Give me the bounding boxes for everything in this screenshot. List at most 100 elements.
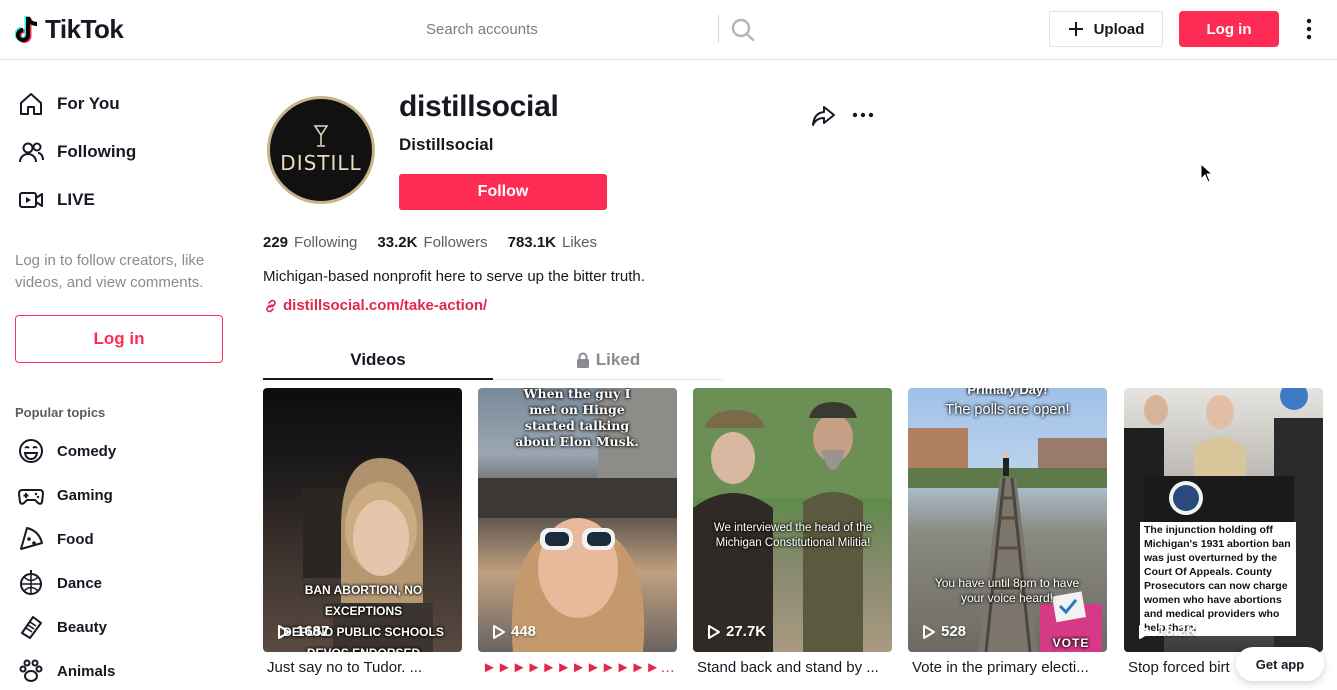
video-overlay-text: The injunction holding off Michigan's 19…	[1140, 522, 1296, 636]
video-caption[interactable]: Vote in the primary electi...	[912, 659, 1110, 676]
topic-label: Beauty	[57, 618, 108, 636]
share-icon[interactable]	[810, 103, 836, 129]
view-count: 18.2K	[1157, 623, 1198, 640]
topic-dance[interactable]: Dance	[17, 569, 102, 597]
sidebar: For You Following LIVE Log in to follow …	[0, 60, 240, 690]
search-bar	[408, 10, 768, 48]
profile-username: distillsocial	[399, 90, 559, 123]
profile-bio: Michigan-based nonprofit here to serve u…	[263, 268, 645, 285]
avatar[interactable]: DISTILL	[267, 96, 375, 204]
video-card[interactable]: BAN ABORTION, NO EXCEPTIONS DEFUND PUBLI…	[263, 388, 462, 652]
search-icon[interactable]	[730, 17, 756, 43]
video-caption[interactable]: ►►►►►►►►►►►►►►...	[482, 659, 680, 676]
stat-following: 229 Following	[263, 234, 357, 251]
profile-nickname: Distillsocial	[399, 135, 494, 154]
login-button-sidebar[interactable]: Log in	[15, 315, 223, 363]
topic-gaming[interactable]: Gaming	[17, 481, 113, 509]
food-icon	[20, 527, 43, 550]
tab-label: Liked	[595, 350, 641, 369]
topic-animals[interactable]: Animals	[17, 657, 115, 685]
upload-button[interactable]: Upload	[1049, 11, 1163, 47]
video-overlay-text: BAN ABORTION, NO EXCEPTIONS DEFUND PUBLI…	[283, 583, 444, 652]
view-count: 27.7K	[726, 623, 767, 640]
nav-following[interactable]: Following	[17, 138, 136, 166]
video-caption[interactable]: Just say no to Tudor. ...	[267, 659, 465, 676]
topic-label: Gaming	[57, 486, 113, 504]
upload-label: Upload	[1093, 20, 1145, 38]
stat-label: Followers	[423, 234, 488, 251]
stat-value: 229	[263, 234, 289, 251]
animals-icon	[19, 659, 43, 682]
plus-icon	[1068, 22, 1083, 36]
topic-label: Comedy	[57, 442, 117, 460]
more-horizontal-icon[interactable]	[851, 103, 875, 127]
topic-beauty[interactable]: Beauty	[17, 613, 107, 641]
dance-icon	[20, 570, 42, 595]
topic-label: Food	[57, 530, 94, 548]
profile-link[interactable]: distillsocial.com/take-action/	[264, 297, 487, 314]
topic-comedy[interactable]: Comedy	[17, 437, 116, 465]
topic-label: Dance	[57, 574, 103, 592]
video-thumbnail	[908, 428, 1107, 652]
beauty-icon	[21, 616, 42, 639]
video-card[interactable]: The injunction holding off Michigan's 19…	[1124, 388, 1323, 652]
avatar-logo-text: DISTILL	[280, 151, 362, 175]
login-button-header[interactable]: Log in	[1179, 11, 1279, 47]
gaming-icon	[17, 489, 45, 505]
people-icon	[19, 142, 44, 163]
play-icon	[493, 624, 505, 639]
follow-button[interactable]: Follow	[399, 174, 607, 210]
tiktok-logo[interactable]: TikTok	[15, 14, 124, 45]
home-icon	[20, 93, 42, 115]
video-overlay-text: Primary Day!	[967, 388, 1048, 397]
profile-stats: 229 Following 33.2K Followers 783.1K Likes	[263, 234, 597, 251]
live-icon	[19, 192, 43, 208]
video-card[interactable]: We interviewed the head of the Michigan …	[693, 388, 892, 652]
play-icon	[923, 624, 935, 639]
search-divider	[718, 15, 719, 43]
video-overlay-text: When the guy I met on Hinge started talk…	[515, 388, 639, 449]
profile-link-text: distillsocial.com/take-action/	[283, 297, 488, 314]
video-views: 18.2K	[1138, 623, 1197, 640]
stat-value: 33.2K	[377, 234, 418, 251]
nav-for-you[interactable]: For You	[17, 90, 120, 118]
video-views: 1687	[277, 623, 329, 640]
view-count: 528	[941, 623, 967, 640]
popular-topics-title: Popular topics	[15, 405, 106, 420]
play-icon	[278, 624, 290, 639]
tab-label: Videos	[350, 350, 406, 369]
stat-followers: 33.2K Followers	[377, 234, 487, 251]
video-card[interactable]: When the guy I met on Hinge started talk…	[478, 388, 677, 652]
mouse-cursor-icon	[1200, 163, 1214, 183]
glass-logo-icon	[313, 125, 329, 147]
link-icon	[266, 299, 276, 312]
nav-label: LIVE	[57, 190, 95, 209]
lock-icon	[576, 352, 589, 368]
profile-tabs: Videos Liked	[263, 340, 723, 380]
tab-videos[interactable]: Videos	[263, 340, 493, 380]
video-overlay-text: We interviewed the head of the Michigan …	[713, 522, 873, 549]
stat-label: Following	[294, 234, 358, 251]
video-overlay-text: You have until 8pm to have your voice he…	[934, 576, 1080, 605]
video-views: 27.7K	[707, 623, 766, 640]
topic-food[interactable]: Food	[17, 525, 94, 553]
search-input[interactable]	[408, 20, 708, 38]
active-tab-indicator	[263, 378, 493, 380]
topic-label: Animals	[57, 662, 116, 680]
stat-likes: 783.1K Likes	[508, 234, 597, 251]
play-icon	[708, 624, 720, 639]
video-caption[interactable]: Stop forced birt	[1128, 659, 1236, 676]
stat-value: 783.1K	[507, 234, 556, 251]
view-count: 1687	[296, 623, 330, 640]
nav-live[interactable]: LIVE	[17, 186, 95, 214]
video-card[interactable]: Primary Day! The polls are open! You hav…	[908, 388, 1107, 652]
top-bar: TikTok Upload Log in	[0, 0, 1337, 60]
stat-label: Likes	[562, 234, 598, 251]
video-caption[interactable]: Stand back and stand by ...	[697, 659, 895, 676]
vote-badge: VOTE	[1052, 636, 1090, 650]
nav-label: Following	[57, 142, 137, 161]
login-hint: Log in to follow creators, like videos, …	[15, 252, 205, 291]
tab-liked[interactable]: Liked	[493, 340, 723, 380]
get-app-button[interactable]: Get app	[1236, 647, 1324, 681]
more-options-icon[interactable]	[1298, 17, 1320, 41]
